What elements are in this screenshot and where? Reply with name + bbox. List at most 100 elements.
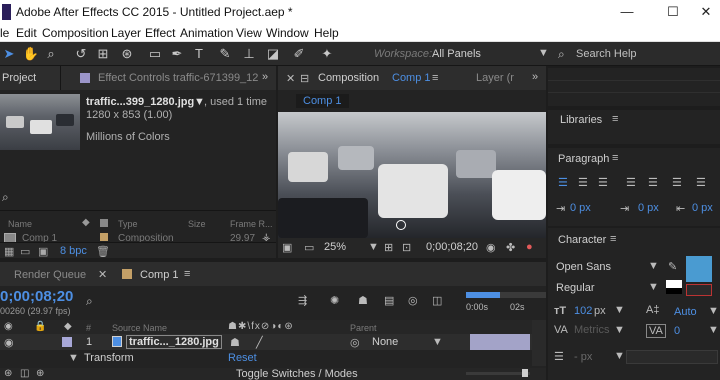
- menu-animation[interactable]: Animation: [180, 26, 233, 40]
- column-frame-rate[interactable]: Frame R...: [230, 219, 273, 229]
- column-type[interactable]: Type: [118, 219, 138, 229]
- font-size-chevron-down-icon[interactable]: ▼: [614, 304, 625, 316]
- white-swatch[interactable]: [666, 280, 682, 288]
- fill-color-swatch[interactable]: [686, 256, 712, 282]
- justify-right-icon[interactable]: ☰: [672, 176, 682, 189]
- rectangle-tool-icon[interactable]: ▭: [146, 45, 164, 63]
- rotate-tool-icon[interactable]: ↺: [72, 45, 90, 63]
- tab-project[interactable]: Project: [2, 72, 36, 84]
- timeline-zoom-slider[interactable]: [466, 372, 530, 375]
- tracking-chevron-down-icon[interactable]: ▼: [708, 324, 719, 336]
- search-help-input[interactable]: Search Help: [576, 48, 637, 60]
- project-search-icon[interactable]: ⌕: [2, 190, 9, 205]
- mask-icon[interactable]: ⊡: [402, 241, 411, 254]
- character-menu-icon[interactable]: ≡: [610, 233, 616, 245]
- libraries-title[interactable]: Libraries: [560, 114, 602, 126]
- font-family-dropdown[interactable]: Open Sans: [556, 261, 611, 273]
- composition-viewer[interactable]: [278, 112, 546, 238]
- clone-stamp-tool-icon[interactable]: ⊥: [240, 45, 258, 63]
- close-button[interactable]: ✕: [692, 0, 720, 24]
- snapshot-icon[interactable]: ◉: [486, 241, 496, 254]
- transform-label[interactable]: Transform: [84, 352, 134, 364]
- shy-switch-icon[interactable]: ☗: [230, 336, 240, 349]
- parent-chevron-down-icon[interactable]: ▼: [432, 336, 443, 348]
- workspace-chevron-down-icon[interactable]: ▼: [538, 47, 549, 59]
- panel-overflow-icon[interactable]: »: [262, 71, 268, 83]
- zoom-tool-icon[interactable]: ⌕: [42, 45, 60, 63]
- tracking-value[interactable]: 0: [674, 325, 680, 337]
- stroke-width-value[interactable]: - px: [574, 351, 592, 363]
- zoom-chevron-down-icon[interactable]: ▼: [368, 241, 379, 253]
- reset-button[interactable]: Reset: [228, 352, 257, 364]
- menu-composition[interactable]: Composition: [42, 26, 109, 40]
- minimize-button[interactable]: —: [604, 0, 650, 24]
- close-tab-icon[interactable]: ✕: [98, 268, 107, 281]
- timeline-zoom-handle[interactable]: [522, 369, 528, 377]
- zoom-dropdown[interactable]: 25%: [324, 241, 346, 253]
- menu-help[interactable]: Help: [314, 26, 339, 40]
- roto-brush-tool-icon[interactable]: ✐: [290, 45, 308, 63]
- layer-label-color[interactable]: [62, 337, 72, 347]
- delete-icon[interactable]: 🗑: [96, 245, 110, 258]
- layer-name[interactable]: traffic..._1280.jpg: [126, 335, 222, 349]
- tab-render-queue[interactable]: Render Queue: [14, 269, 86, 281]
- menu-file[interactable]: le: [0, 26, 9, 40]
- label-tag-icon[interactable]: ◆: [82, 217, 90, 228]
- eraser-tool-icon[interactable]: ◪: [264, 45, 282, 63]
- toggle-switches-icon[interactable]: ⊛: [4, 368, 12, 379]
- selection-tool-icon[interactable]: ➤: [0, 45, 18, 63]
- new-folder-icon[interactable]: ▭: [20, 245, 30, 258]
- tab-effect-controls[interactable]: Effect Controls traffic-671399_12: [98, 72, 258, 84]
- paragraph-title[interactable]: Paragraph: [558, 153, 609, 165]
- viewer-timecode[interactable]: 0;00;08;20: [426, 241, 478, 253]
- align-center-icon[interactable]: ☰: [578, 176, 588, 189]
- motion-blur-icon[interactable]: ◎: [408, 294, 418, 307]
- indent-left-value[interactable]: 0 px: [570, 202, 591, 214]
- maximize-button[interactable]: ☐: [650, 0, 696, 24]
- expand-arrow-icon[interactable]: ▼: [68, 352, 79, 364]
- leading-chevron-down-icon[interactable]: ▼: [708, 305, 719, 317]
- character-title[interactable]: Character: [558, 234, 606, 246]
- grid-icon[interactable]: ⊞: [384, 241, 393, 254]
- timeline-menu-icon[interactable]: ≡: [184, 268, 190, 280]
- layer-duration-bar[interactable]: [470, 334, 530, 350]
- camera-tool-icon[interactable]: ⊞: [94, 45, 112, 63]
- leading-value[interactable]: Auto: [674, 306, 697, 318]
- puppet-pin-tool-icon[interactable]: ✦: [318, 45, 336, 63]
- current-time-display[interactable]: 0;00;08;20: [0, 288, 73, 305]
- align-right-icon[interactable]: ☰: [598, 176, 608, 189]
- timeline-scrollbar[interactable]: [532, 320, 546, 366]
- column-parent[interactable]: Parent: [350, 323, 377, 333]
- pan-behind-tool-icon[interactable]: ⊛: [118, 45, 136, 63]
- tab-comp-name[interactable]: Comp 1: [392, 72, 431, 84]
- hand-tool-icon[interactable]: ✋: [22, 45, 40, 63]
- comp-mini-flowchart-icon[interactable]: ⇶: [298, 294, 307, 307]
- tab-layer[interactable]: Layer (r: [476, 72, 514, 84]
- layer-row[interactable]: ◉ 1 traffic..._1280.jpg ☗ ╱ ◎ None ▼: [0, 334, 546, 350]
- menu-effect[interactable]: Effect: [145, 26, 175, 40]
- eyedropper-icon[interactable]: ✎: [668, 260, 677, 273]
- indent-first-line-value[interactable]: 0 px: [638, 202, 659, 214]
- menu-window[interactable]: Window: [266, 26, 309, 40]
- timeline-search-icon[interactable]: ⌕: [86, 294, 93, 309]
- justify-all-icon[interactable]: ☰: [696, 176, 706, 189]
- frame-blending-icon[interactable]: ▤: [384, 294, 394, 307]
- stroke-style-dropdown[interactable]: [626, 350, 718, 364]
- anchor-point-icon[interactable]: [396, 220, 406, 230]
- monitor-icon[interactable]: ▭: [304, 241, 314, 254]
- graph-editor-icon[interactable]: ◫: [432, 294, 442, 307]
- workspace-dropdown[interactable]: All Panels: [432, 48, 481, 60]
- work-area-bar[interactable]: [466, 292, 500, 298]
- paragraph-menu-icon[interactable]: ≡: [612, 152, 618, 164]
- parent-dropdown[interactable]: None: [372, 336, 398, 348]
- column-name[interactable]: Name: [8, 219, 32, 229]
- kerning-value[interactable]: Metrics: [574, 324, 609, 336]
- type-tool-icon[interactable]: T: [190, 45, 208, 63]
- draft-3d-icon[interactable]: ✺: [330, 294, 339, 307]
- menu-layer[interactable]: Layer: [111, 26, 141, 40]
- panel-overflow-icon[interactable]: »: [532, 71, 538, 83]
- tab-composition[interactable]: Composition: [318, 72, 379, 84]
- font-size-value[interactable]: 102: [574, 305, 592, 317]
- stroke-width-chevron-down-icon[interactable]: ▼: [614, 350, 625, 362]
- always-preview-icon[interactable]: ▣: [282, 241, 292, 254]
